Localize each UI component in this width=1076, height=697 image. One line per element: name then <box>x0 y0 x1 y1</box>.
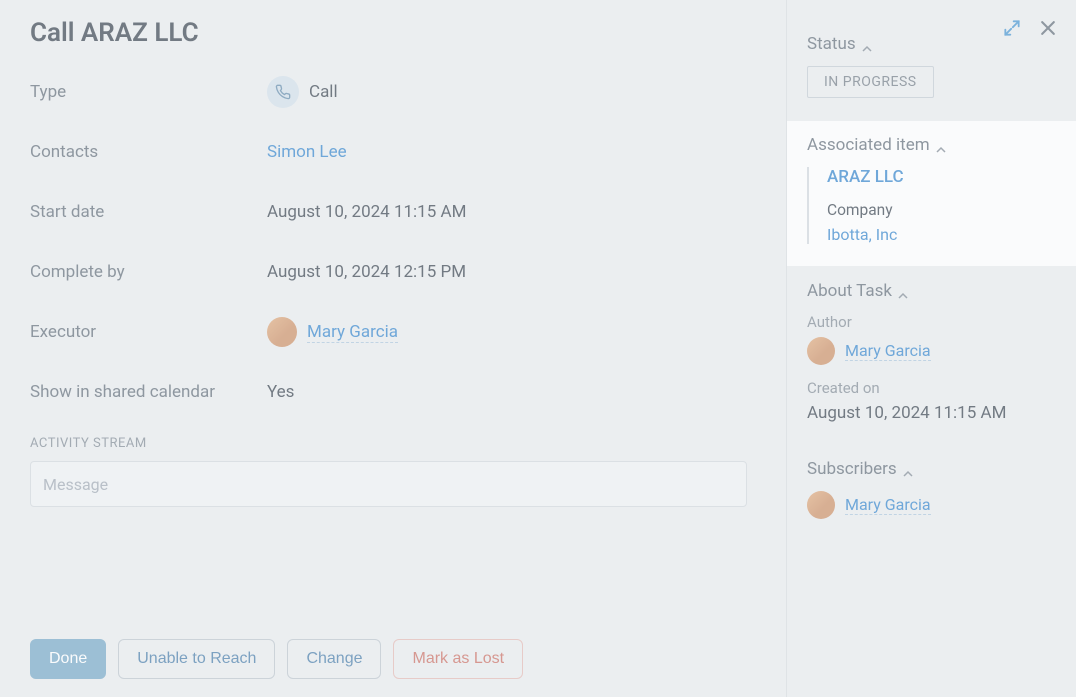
avatar <box>807 491 835 519</box>
type-row: Type Call <box>30 76 756 108</box>
message-placeholder: Message <box>43 475 108 494</box>
associated-title[interactable]: Associated item <box>807 135 1056 155</box>
associated-block: ARAZ LLC Company Ibotta, Inc <box>807 167 1056 244</box>
contacts-label: Contacts <box>30 142 267 162</box>
close-icon[interactable] <box>1038 18 1058 38</box>
author-link[interactable]: Mary Garcia <box>845 341 931 361</box>
associated-item-section: Associated item ARAZ LLC Company Ibotta,… <box>787 120 1076 267</box>
status-title-text: Status <box>807 34 856 54</box>
associated-title-text: Associated item <box>807 135 930 155</box>
call-icon <box>267 76 299 108</box>
avatar <box>267 317 297 347</box>
subscribers-section: Subscribers Mary Garcia <box>787 445 1076 555</box>
about-title-text: About Task <box>807 281 892 301</box>
associated-primary-link[interactable]: ARAZ LLC <box>827 167 1056 187</box>
created-on-value: August 10, 2024 11:15 AM <box>807 403 1056 423</box>
shared-calendar-row: Show in shared calendar Yes <box>30 376 756 408</box>
subscriber-link[interactable]: Mary Garcia <box>845 495 931 515</box>
chevron-up-icon <box>903 464 913 474</box>
chevron-up-icon <box>862 39 872 49</box>
about-title[interactable]: About Task <box>807 281 1056 301</box>
contacts-link[interactable]: Simon Lee <box>267 142 347 162</box>
complete-by-row: Complete by August 10, 2024 12:15 PM <box>30 256 756 288</box>
status-badge[interactable]: IN PROGRESS <box>807 66 934 98</box>
author-label: Author <box>807 313 1056 331</box>
change-button[interactable]: Change <box>287 639 381 679</box>
executor-link[interactable]: Mary Garcia <box>307 322 398 343</box>
associated-company-label: Company <box>827 201 1056 219</box>
executor-label: Executor <box>30 322 267 342</box>
complete-by-value: August 10, 2024 12:15 PM <box>267 262 466 282</box>
subscribers-title-text: Subscribers <box>807 459 897 479</box>
subscribers-title[interactable]: Subscribers <box>807 459 1056 479</box>
expand-icon[interactable] <box>1002 18 1022 38</box>
chevron-up-icon <box>936 140 946 150</box>
contacts-row: Contacts Simon Lee <box>30 136 756 168</box>
start-date-label: Start date <box>30 202 267 222</box>
bottom-bar: Done Unable to Reach Change Mark as Lost <box>30 639 523 679</box>
executor-row: Executor Mary Garcia <box>30 316 756 348</box>
activity-stream-label: ACTIVITY STREAM <box>30 436 756 451</box>
type-label: Type <box>30 82 267 102</box>
author-user: Mary Garcia <box>807 337 1056 365</box>
type-value: Call <box>309 82 338 102</box>
created-on-label: Created on <box>807 379 1056 397</box>
subscriber-user: Mary Garcia <box>807 491 1056 519</box>
about-task-section: About Task Author Mary Garcia Created on… <box>787 267 1076 445</box>
complete-by-label: Complete by <box>30 262 267 282</box>
top-icons <box>1002 18 1058 38</box>
unable-to-reach-button[interactable]: Unable to Reach <box>118 639 275 679</box>
message-input[interactable]: Message <box>30 461 747 507</box>
mark-as-lost-button[interactable]: Mark as Lost <box>393 639 523 679</box>
avatar <box>807 337 835 365</box>
start-date-row: Start date August 10, 2024 11:15 AM <box>30 196 756 228</box>
start-date-value: August 10, 2024 11:15 AM <box>267 202 466 222</box>
associated-company-link[interactable]: Ibotta, Inc <box>827 225 1056 244</box>
done-button[interactable]: Done <box>30 639 106 679</box>
shared-calendar-label: Show in shared calendar <box>30 382 267 402</box>
shared-calendar-value: Yes <box>267 382 294 402</box>
page-title: Call ARAZ LLC <box>30 18 756 48</box>
right-panel: Status IN PROGRESS Associated item ARAZ … <box>786 0 1076 697</box>
chevron-up-icon <box>898 286 908 296</box>
